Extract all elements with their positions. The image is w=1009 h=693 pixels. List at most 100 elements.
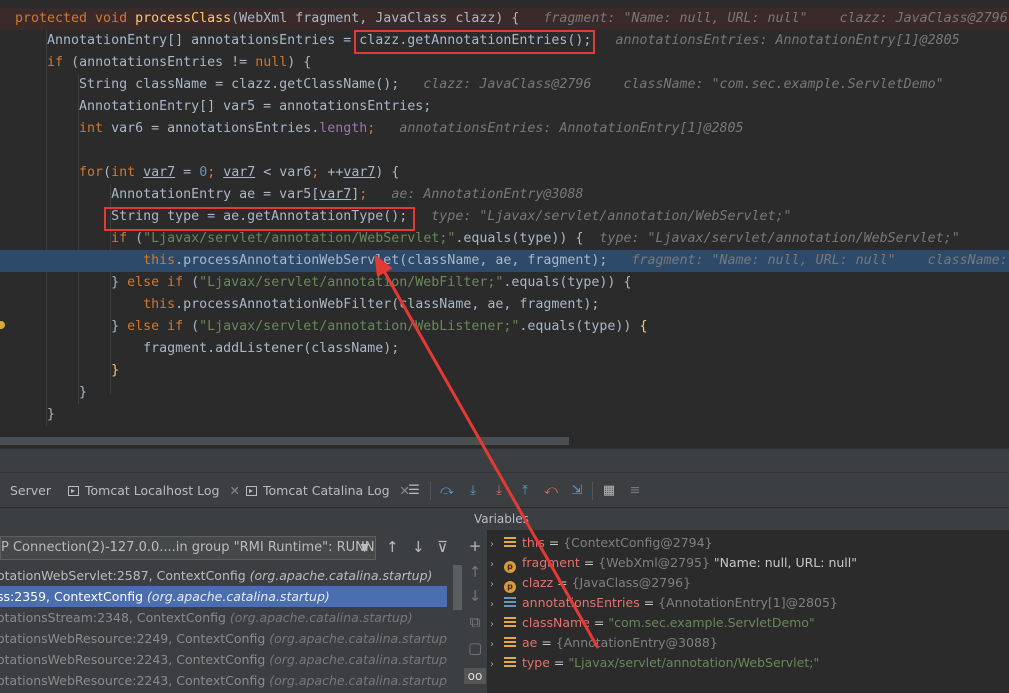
evaluate-expression-icon[interactable]: ▦ [600,482,618,500]
variable-row[interactable]: › annotationsEntries = {AnnotationEntry[1… [490,593,838,613]
tab-tomcat-localhost-log[interactable]: Tomcat Localhost Log ✕ [68,482,240,500]
variable-reference: {ContextConfig@2794} [563,535,713,550]
chevron-down-icon: ▼ [360,541,369,554]
highlight-box-get-annotation-entries [354,30,595,54]
code-token: AnnotationEntry[] annotationsEntries = [15,33,360,48]
variable-row[interactable]: › p clazz = {JavaClass@2796} [490,573,691,593]
chevron-right-icon[interactable]: › [490,615,504,635]
code-token: protected void [15,11,136,26]
log-icon [246,486,257,496]
tab-label: Tomcat Localhost Log [85,483,220,498]
code-line[interactable]: for(int var7 = 0; var7 < var6; ++var7) { [0,162,1009,184]
chevron-right-icon[interactable]: › [490,635,504,655]
tab-tomcat-catalina-log[interactable]: Tomcat Catalina Log ✕ [246,482,410,500]
code-line[interactable]: } [0,404,1009,426]
stack-frame[interactable]: otationWebServlet:2587, ContextConfig (o… [0,565,447,586]
variable-row[interactable]: › p fragment = {WebXml@2795} "Name: null, … [490,553,857,573]
variable-row[interactable]: › type = "Ljavax/servlet/annotation/WebSe… [490,653,819,673]
code-line[interactable]: protected void processClass(WebXml fragm… [0,8,1009,30]
code-token: else if [127,319,192,334]
stack-frame[interactable]: otationsWebResource:2243, ContextConfig … [0,670,447,691]
chevron-right-icon[interactable]: › [490,595,504,615]
code-token: = [175,165,200,180]
toolbar-separator [430,482,431,500]
code-line[interactable]: this.processAnnotationWebServlet(classNa… [0,250,1009,272]
code-line[interactable]: } else if ("Ljavax/servlet/annotation/We… [0,272,1009,294]
code-token: } [15,275,128,290]
code-line[interactable]: } [0,382,1009,404]
inline-debug-value: annotationsEntries: AnnotationEntry[1]@2… [399,121,744,136]
code-token: .processAnnotationWebFilter(className, a… [175,297,600,312]
inline-debug-value: fragment: "Name: null, URL: null" clazz:… [543,11,1008,26]
code-line[interactable]: this.processAnnotationWebFilter(classNam… [0,294,1009,316]
frame-package: (org.apache.catalina.startup) [269,673,447,688]
step-over-icon[interactable]: ⤼ [438,482,456,500]
variable-name: this [522,535,545,550]
code-token: ) { [375,165,400,180]
code-token: var7 [223,165,256,180]
chevron-right-icon[interactable]: › [490,575,504,595]
add-watch-icon[interactable]: + [468,538,482,554]
tab-server-label: Server [10,483,51,498]
stack-frame[interactable]: otationsWebResource:2249, ContextConfig … [0,628,447,649]
variable-reference: {AnnotationEntry@3088} [555,635,718,650]
arrow-down-icon[interactable]: ↓ [468,588,482,604]
code-token: ; [207,165,224,180]
variable-row[interactable]: › className = "com.sec.example.ServletDem… [490,613,815,633]
stack-frame[interactable]: otationsWebResource:2243, ContextConfig … [0,649,447,670]
copy-icon[interactable]: ⧉ [468,614,482,630]
code-line[interactable]: AnnotationEntry[] var5 = annotationsEntr… [0,96,1009,118]
code-token: ( [135,231,144,246]
code-token: String className = clazz.getClassName(); [15,77,424,92]
code-line[interactable]: int var6 = annotationsEntries.length; an… [0,118,1009,140]
filter-icon[interactable]: ⊽ [437,538,448,556]
code-token: processClass [135,11,232,26]
code-line[interactable]: fragment.addListener(className); [0,338,1009,360]
highlight-box-get-annotation-type [104,207,415,231]
variable-row[interactable]: › this = {ContextConfig@2794} [490,533,713,553]
frame-package: (org.apache.catalina.startup) [269,631,447,646]
code-line[interactable]: String className = clazz.getClassName();… [0,74,1009,96]
chevron-right-icon[interactable]: › [490,655,504,675]
code-line[interactable]: } else if ("Ljavax/servlet/annotation/We… [0,316,1009,338]
run-to-cursor-icon[interactable]: ⇲ [568,482,586,500]
thread-selector[interactable]: P Connection(2)-127.0.0....in group "RMI… [0,536,376,560]
tab-server[interactable]: Server [10,482,51,500]
stack-frame[interactable]: otationsStream:2348, ContextConfig (org.… [0,607,447,628]
variable-row[interactable]: › ae = {AnnotationEntry@3088} [490,633,718,653]
trace-icon[interactable]: ≡ [626,482,644,500]
pane-divider[interactable] [0,448,1009,472]
code-token: var6 = annotationsEntries. [111,121,320,136]
copy-icon[interactable]: ▢ [468,640,482,656]
code-line[interactable]: AnnotationEntry ae = var5[var7]; ae: Ann… [0,184,1009,206]
code-token: < var6 [255,165,312,180]
code-line[interactable] [0,140,1009,162]
arrow-up-icon[interactable]: ↑ [386,538,399,556]
frame-method: ss:2359, ContextConfig [0,589,148,604]
code-line[interactable]: if ("Ljavax/servlet/annotation/WebServle… [0,228,1009,250]
code-line[interactable]: if (annotationsEntries != null) { [0,52,1009,74]
chevron-right-icon[interactable]: › [490,535,504,555]
code-token: AnnotationEntry ae = var5[ [15,187,320,202]
step-into-icon[interactable]: ⤓ [464,482,482,500]
variable-name: type [522,655,550,670]
variable-reference: {JavaClass@2796} [571,575,692,590]
variables-title: Variables [474,512,529,526]
code-token: ( [191,275,200,290]
editor-horizontal-scrollbar[interactable] [0,437,569,445]
frames-scrollbar-thumb[interactable] [453,565,462,610]
code-line[interactable]: } [0,360,1009,382]
force-step-into-icon[interactable]: ⤓ [490,482,508,500]
drop-frame-icon[interactable]: ⤺ [542,482,560,500]
chevron-right-icon[interactable]: › [490,555,504,575]
close-icon[interactable]: ✕ [229,483,239,498]
stack-frame[interactable]: ss:2359, ContextConfig (org.apache.catal… [0,586,447,607]
arrow-down-icon[interactable]: ↓ [412,538,425,556]
step-out-icon[interactable]: ⤒ [516,482,534,500]
watches-glasses-icon[interactable]: oo [464,668,486,684]
show-execution-point-icon[interactable]: ☰ [405,482,423,500]
arrow-up-icon[interactable]: ↑ [468,564,482,580]
